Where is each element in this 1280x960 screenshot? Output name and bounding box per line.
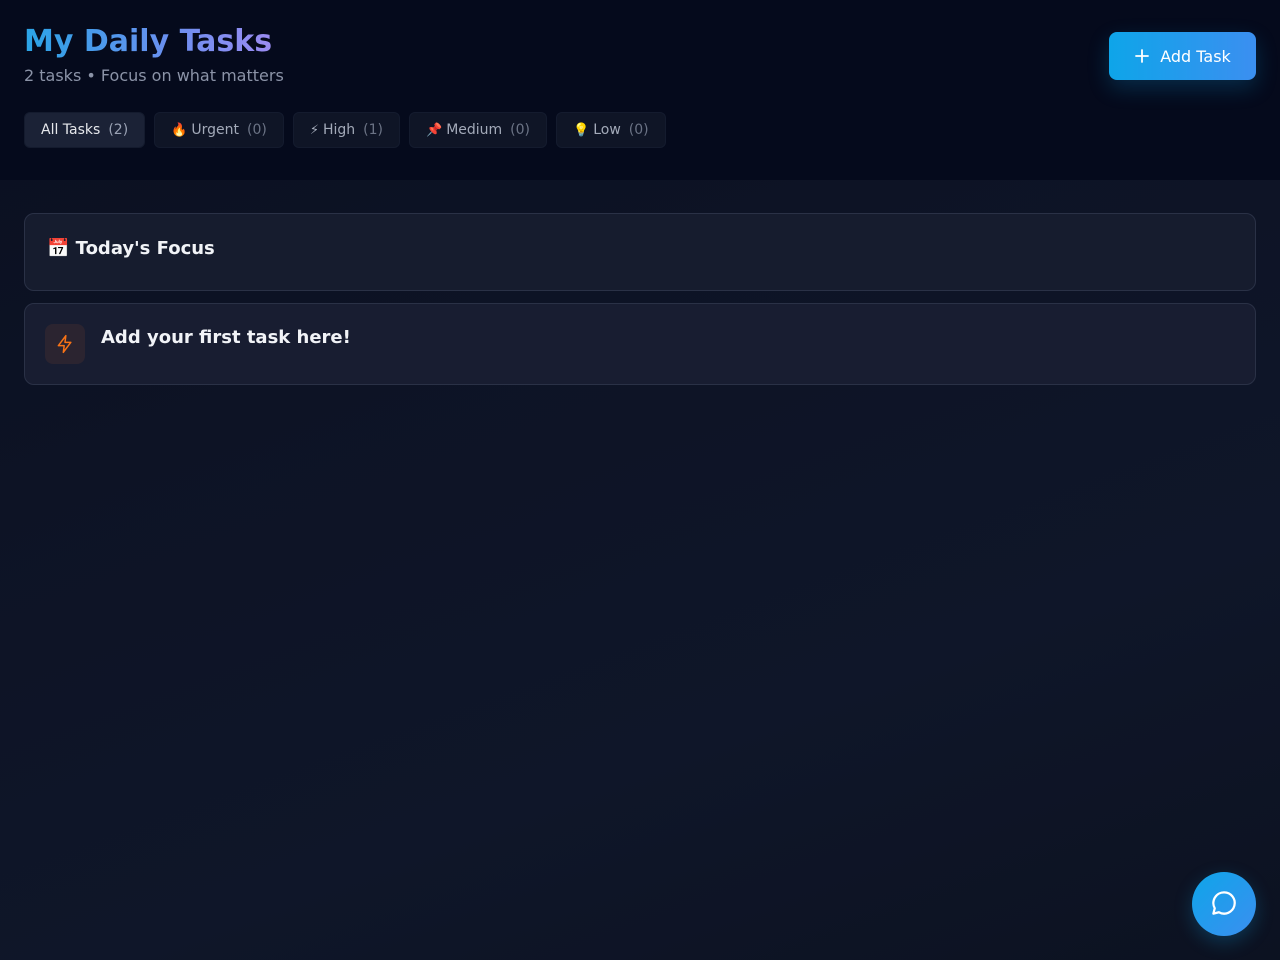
filter-medium[interactable]: 📌 Medium (0) bbox=[409, 112, 548, 148]
filter-high[interactable]: ⚡ High (1) bbox=[292, 112, 400, 148]
task-title: Add your first task here! bbox=[101, 327, 351, 348]
filter-all-tasks[interactable]: All Tasks (2) bbox=[24, 112, 146, 148]
lightning-icon: ⚡ bbox=[309, 122, 319, 138]
chat-button[interactable] bbox=[1192, 872, 1256, 936]
plus-icon bbox=[1134, 48, 1150, 64]
filter-urgent[interactable]: 🔥 Urgent (0) bbox=[154, 112, 284, 148]
page-title: My Daily Tasks bbox=[24, 22, 272, 62]
filter-label: Urgent bbox=[191, 122, 239, 138]
filter-label: High bbox=[322, 122, 356, 138]
task-card[interactable]: Add your first task here! bbox=[24, 303, 1256, 385]
filter-count: (0) bbox=[628, 122, 649, 138]
filter-count: (0) bbox=[246, 122, 267, 138]
add-task-button[interactable]: Add Task bbox=[1109, 32, 1256, 80]
filter-count: (2) bbox=[108, 122, 129, 138]
lightning-icon bbox=[45, 324, 85, 364]
filter-label: Medium bbox=[446, 122, 503, 138]
filter-count: (1) bbox=[363, 122, 383, 138]
todays-focus-card: 📅 Today's Focus bbox=[24, 213, 1256, 291]
lightbulb-icon: 💡 bbox=[573, 122, 590, 138]
header: My Daily Tasks 2 tasks • Focus on what m… bbox=[0, 0, 1280, 180]
filter-low[interactable]: 💡 Low (0) bbox=[556, 112, 666, 148]
filter-label: All Tasks bbox=[41, 122, 101, 138]
fire-icon: 🔥 bbox=[171, 122, 188, 138]
filter-count: (0) bbox=[510, 122, 531, 138]
pushpin-icon: 📌 bbox=[426, 122, 443, 138]
todays-focus-title: 📅 Today's Focus bbox=[47, 238, 215, 259]
task-summary: 2 tasks • Focus on what matters bbox=[24, 66, 284, 85]
add-task-label: Add Task bbox=[1160, 46, 1231, 66]
filter-label: Low bbox=[593, 122, 621, 138]
chat-bubble-icon bbox=[1209, 888, 1239, 921]
priority-filters: All Tasks (2) 🔥 Urgent (0) ⚡ High (1) 📌 … bbox=[24, 112, 666, 148]
